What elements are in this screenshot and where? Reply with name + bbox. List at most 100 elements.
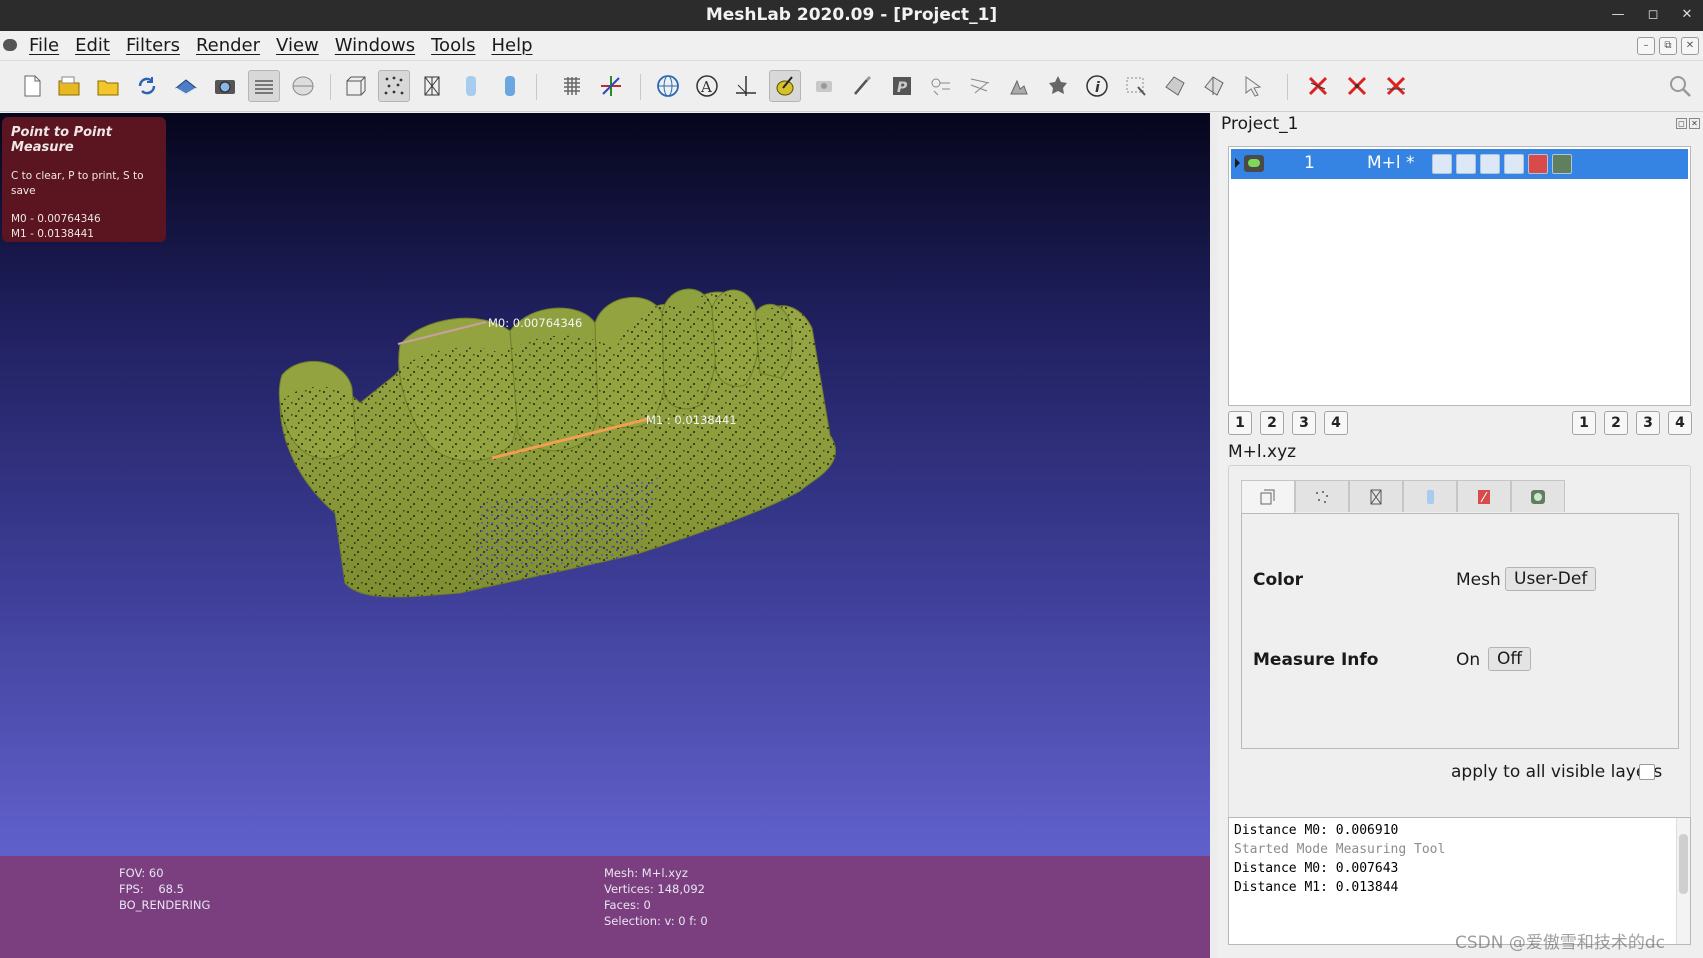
align-icon[interactable] [925, 70, 957, 102]
fit-icon[interactable] [730, 70, 762, 102]
menu-tools[interactable]: Tools [431, 35, 475, 56]
mdi-close-button[interactable]: ✕ [1681, 37, 1699, 55]
trackball-icon[interactable] [652, 70, 684, 102]
layer-list: 1 M+l * [1228, 146, 1691, 406]
log-line: Started Mode Measuring Tool [1234, 842, 1446, 857]
menu-windows[interactable]: Windows [335, 35, 415, 56]
layers-icon[interactable] [248, 70, 280, 102]
snapshot-icon[interactable] [209, 70, 241, 102]
pickpoints-icon[interactable]: P [886, 70, 918, 102]
panel-splitter[interactable] [1210, 113, 1217, 958]
svg-text:A: A [700, 78, 712, 96]
menu-edit[interactable]: Edit [75, 35, 110, 56]
select-icon[interactable] [964, 70, 996, 102]
tab-points[interactable] [1295, 480, 1349, 512]
delete-all-icon[interactable] [1380, 70, 1412, 102]
maximize-button[interactable]: ◻ [1643, 5, 1663, 25]
layer-row[interactable]: 1 M+l * [1231, 149, 1688, 179]
georef-icon[interactable] [1042, 70, 1074, 102]
right-view-1-button[interactable]: 1 [1572, 411, 1596, 435]
axis-icon[interactable] [595, 70, 627, 102]
texture-icon[interactable] [556, 70, 588, 102]
layer-texture-icon[interactable] [1552, 154, 1572, 174]
apply-all-checkbox[interactable] [1639, 764, 1655, 780]
layer-flat-icon[interactable] [1504, 154, 1524, 174]
wireframe-icon[interactable] [416, 70, 448, 102]
tab-color[interactable] [1457, 480, 1511, 512]
close-button[interactable]: ✕ [1677, 5, 1697, 25]
expand-arrow-icon[interactable] [1235, 158, 1240, 168]
menu-render[interactable]: Render [196, 35, 260, 56]
delete-faces-icon[interactable] [1302, 70, 1334, 102]
layer-points-icon[interactable] [1456, 154, 1476, 174]
layer-wireframe-icon[interactable] [1480, 154, 1500, 174]
select-faces-icon[interactable] [1120, 70, 1152, 102]
right-view-3-button[interactable]: 3 [1636, 411, 1660, 435]
measure-on-option[interactable]: On [1456, 650, 1480, 670]
manipulator-icon[interactable] [1003, 70, 1035, 102]
tab-bbox[interactable] [1241, 480, 1295, 513]
tab-decorators[interactable] [1511, 480, 1565, 512]
color-tab-icon [1478, 489, 1490, 504]
smooth-icon[interactable] [494, 70, 526, 102]
search-icon[interactable] [1664, 70, 1696, 102]
menu-view[interactable]: View [276, 35, 319, 56]
left-view-4-button[interactable]: 4 [1324, 411, 1348, 435]
mesh-name: Mesh: M+l.xyz [604, 866, 688, 880]
flat-icon[interactable] [455, 70, 487, 102]
measure-tool-icon[interactable] [769, 70, 801, 102]
open-project-icon[interactable] [53, 70, 85, 102]
annotation-icon[interactable]: A [691, 70, 723, 102]
color-userdef-button[interactable]: User-Def [1505, 567, 1597, 591]
menu-filters[interactable]: Filters [126, 35, 180, 56]
tab-pane: Color Mesh User-Def Measure Info On Off [1241, 513, 1679, 749]
fps-readout: FPS: 68.5 [119, 882, 184, 896]
right-view-2-button[interactable]: 2 [1604, 411, 1628, 435]
app-icon [3, 39, 17, 51]
minimize-button[interactable]: — [1608, 5, 1628, 25]
tab-solid[interactable] [1403, 480, 1457, 512]
reload-icon[interactable] [131, 70, 163, 102]
menu-help[interactable]: Help [491, 35, 532, 56]
log-scroll-thumb[interactable] [1679, 834, 1688, 894]
select-cursor-icon[interactable] [1237, 70, 1269, 102]
dock-close-button[interactable]: ✕ [1689, 118, 1700, 129]
dock-float-button[interactable]: ◻ [1676, 118, 1687, 129]
left-view-3-button[interactable]: 3 [1292, 411, 1316, 435]
mdi-restore-button[interactable]: ⧉ [1659, 37, 1677, 55]
import-mesh-icon[interactable] [92, 70, 124, 102]
delete-vertices-icon[interactable] [1341, 70, 1373, 102]
right-view-buttons: 1 2 3 4 [1572, 411, 1692, 435]
status-left: FOV: 60 FPS: 68.5 BO_RENDERING [119, 865, 210, 913]
layer-bbox-icon[interactable] [1432, 154, 1452, 174]
log-scrollbar[interactable] [1676, 818, 1690, 944]
select-vertices-icon[interactable] [1159, 70, 1191, 102]
measure-off-button[interactable]: Off [1488, 647, 1532, 671]
layer-index: 1 [1304, 153, 1315, 173]
mdi-minimize-button[interactable]: – [1637, 37, 1655, 55]
selected-file-name: M+l.xyz [1228, 442, 1297, 462]
log-window[interactable]: Distance M0: 0.006910 Started Mode Measu… [1228, 817, 1691, 945]
bounding-box-icon[interactable] [340, 70, 372, 102]
info-icon[interactable]: i [1081, 70, 1113, 102]
right-view-4-button[interactable]: 4 [1668, 411, 1692, 435]
left-view-1-button[interactable]: 1 [1228, 411, 1252, 435]
select-connected-icon[interactable] [1198, 70, 1230, 102]
layer-color-icon[interactable] [1528, 154, 1548, 174]
measure-info-box: Point to Point Measure C to clear, P to … [2, 117, 166, 242]
camera-icon[interactable] [808, 70, 840, 102]
tab-wireframe[interactable] [1349, 480, 1403, 512]
points-tab-icon [1316, 490, 1328, 503]
export-icon[interactable] [170, 70, 202, 102]
left-view-2-button[interactable]: 2 [1260, 411, 1284, 435]
3d-viewport[interactable]: M0: 0.00764346 M1 : 0.0138441 Point to P… [0, 113, 1210, 958]
solid-tab-icon [1427, 489, 1434, 504]
menu-file[interactable]: File [29, 35, 59, 56]
new-project-icon[interactable] [16, 70, 48, 102]
visibility-eye-icon[interactable] [1244, 155, 1264, 172]
show-raster-icon[interactable] [287, 70, 319, 102]
points-icon[interactable] [378, 70, 410, 102]
paint-icon[interactable] [847, 70, 879, 102]
face-count: Faces: 0 [604, 898, 651, 912]
measure-label-m1: M1 : 0.0138441 [646, 413, 737, 427]
